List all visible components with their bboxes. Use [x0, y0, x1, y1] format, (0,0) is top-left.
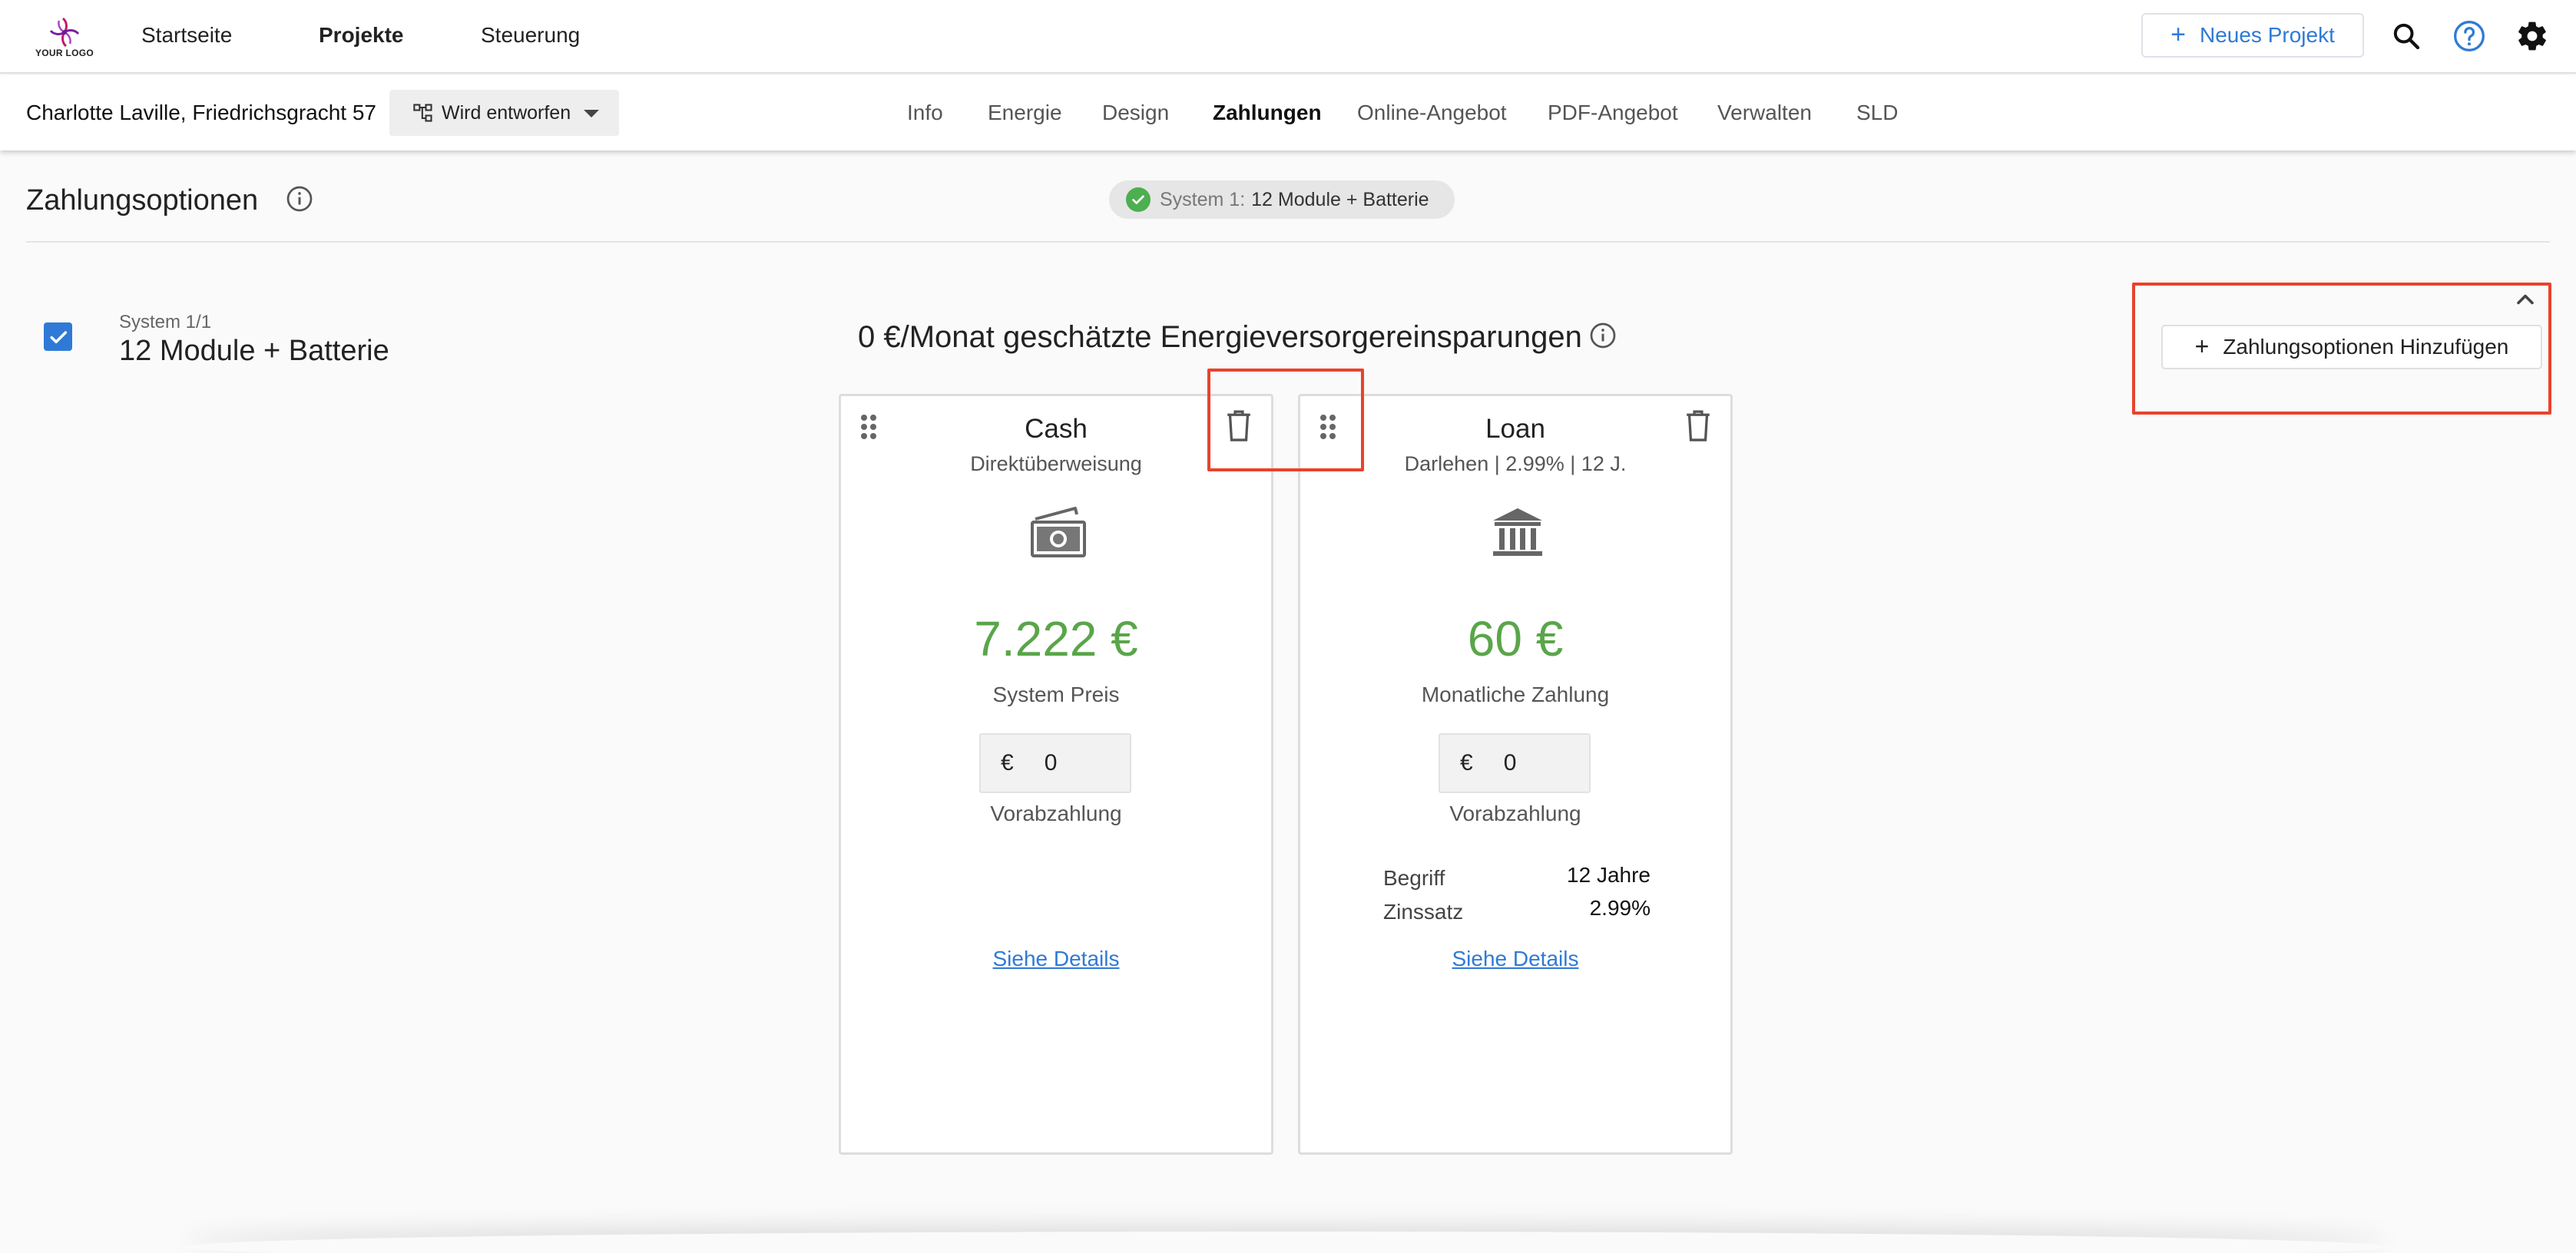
caret-down-icon: [584, 110, 599, 117]
currency-symbol: €: [1460, 750, 1473, 775]
system-count: System 1/1: [119, 312, 212, 332]
system-pill-label: System 1:: [1160, 188, 1246, 210]
down-payment-label: Vorabzahlung: [1449, 802, 1581, 825]
new-project-button[interactable]: + Neues Projekt: [2141, 13, 2364, 58]
down-payment-input[interactable]: € 0: [1439, 733, 1591, 793]
cash-banknote-icon: [1028, 504, 1089, 562]
see-details-link[interactable]: Siehe Details: [1300, 944, 1730, 974]
project-name: Charlotte Laville, Friedrichsgracht 57: [26, 101, 376, 124]
tab-energie[interactable]: Energie: [988, 98, 1062, 127]
new-project-label: Neues Projekt: [2199, 23, 2335, 47]
search-icon[interactable]: [2387, 17, 2425, 55]
bank-building-icon: [1487, 504, 1548, 562]
tab-verwalten[interactable]: Verwalten: [1717, 98, 1812, 127]
savings-text: 0 €/Monat geschätzte Energieversorgerein…: [858, 320, 1582, 354]
card-subtitle: Darlehen | 2.99% | 12 J.: [1404, 452, 1627, 475]
plus-icon: +: [2194, 332, 2210, 360]
top-navbar: YOUR LOGO Startseite Projekte Steuerung …: [0, 0, 2576, 74]
tab-info[interactable]: Info: [907, 98, 943, 127]
tab-online-angebot[interactable]: Online-Angebot: [1357, 98, 1507, 127]
term-label: Begriff: [1383, 866, 1445, 890]
card-amount-label: Monatliche Zahlung: [1421, 683, 1610, 706]
logo-flower-icon: [49, 17, 80, 48]
status-label: Wird entworfen: [442, 101, 571, 124]
plus-icon: +: [2170, 20, 2186, 49]
card-subtitle: Direktüberweisung: [970, 452, 1142, 475]
currency-symbol: €: [1001, 750, 1014, 775]
card-title: Loan: [1485, 414, 1545, 444]
card-amount: 60 €: [1467, 611, 1564, 666]
trash-icon[interactable]: [1223, 408, 1254, 444]
tab-zahlungen[interactable]: Zahlungen: [1213, 98, 1322, 127]
tab-sld[interactable]: SLD: [1856, 98, 1898, 127]
tab-pdf-angebot[interactable]: PDF-Angebot: [1548, 98, 1678, 127]
down-payment-value: 0: [1503, 750, 1517, 775]
header-divider: [26, 241, 2550, 243]
company-logo[interactable]: YOUR LOGO: [34, 15, 95, 61]
settings-gear-icon[interactable]: [2513, 17, 2551, 55]
status-dropdown[interactable]: Wird entworfen: [389, 90, 619, 136]
nav-steuerung[interactable]: Steuerung: [481, 20, 580, 51]
down-payment-input[interactable]: € 0: [979, 733, 1131, 793]
system-checkbox[interactable]: [44, 322, 72, 351]
trash-icon[interactable]: [1683, 408, 1713, 444]
card-amount: 7.222 €: [974, 611, 1138, 666]
down-payment-value: 0: [1044, 750, 1058, 775]
system-selector-pill[interactable]: System 1: 12 Module + Batterie: [1109, 180, 1455, 219]
info-icon[interactable]: [286, 185, 313, 213]
collapse-chevron-up-icon[interactable]: [2511, 286, 2542, 316]
help-icon[interactable]: [2450, 17, 2488, 55]
term-value: 12 Jahre: [1567, 863, 1651, 887]
nav-startseite[interactable]: Startseite: [141, 20, 232, 51]
bottom-shadow: [184, 1232, 2389, 1253]
add-payment-option-button[interactable]: + Zahlungsoptionen Hinzufügen: [2161, 325, 2542, 369]
see-details-link[interactable]: Siehe Details: [841, 944, 1271, 974]
savings-info-icon[interactable]: [1589, 322, 1617, 349]
card-amount-label: System Preis: [992, 683, 1120, 706]
nav-projekte[interactable]: Projekte: [319, 20, 404, 51]
card-title: Cash: [1025, 414, 1088, 444]
add-payment-option-label: Zahlungsoptionen Hinzufügen: [2223, 335, 2509, 359]
check-circle-icon: [1126, 187, 1151, 212]
interest-rate-label: Zinssatz: [1383, 900, 1464, 924]
interest-rate-value: 2.99%: [1589, 896, 1651, 920]
workflow-icon: [413, 104, 432, 122]
system-name: 12 Module + Batterie: [119, 335, 389, 367]
checkmark-icon: [50, 330, 67, 343]
payment-card-cash: Cash Direktüberweisung 7.222 € System Pr…: [839, 394, 1273, 1155]
project-subbar: Charlotte Laville, Friedrichsgracht 57 W…: [0, 75, 2576, 150]
down-payment-label: Vorabzahlung: [990, 802, 1122, 825]
system-pill-value: 12 Module + Batterie: [1251, 188, 1429, 210]
logo-text: YOUR LOGO: [35, 48, 94, 58]
page-title: Zahlungsoptionen: [26, 184, 259, 217]
payment-card-loan: Loan Darlehen | 2.99% | 12 J. 60 € Monat…: [1298, 394, 1733, 1155]
tab-design[interactable]: Design: [1102, 98, 1169, 127]
